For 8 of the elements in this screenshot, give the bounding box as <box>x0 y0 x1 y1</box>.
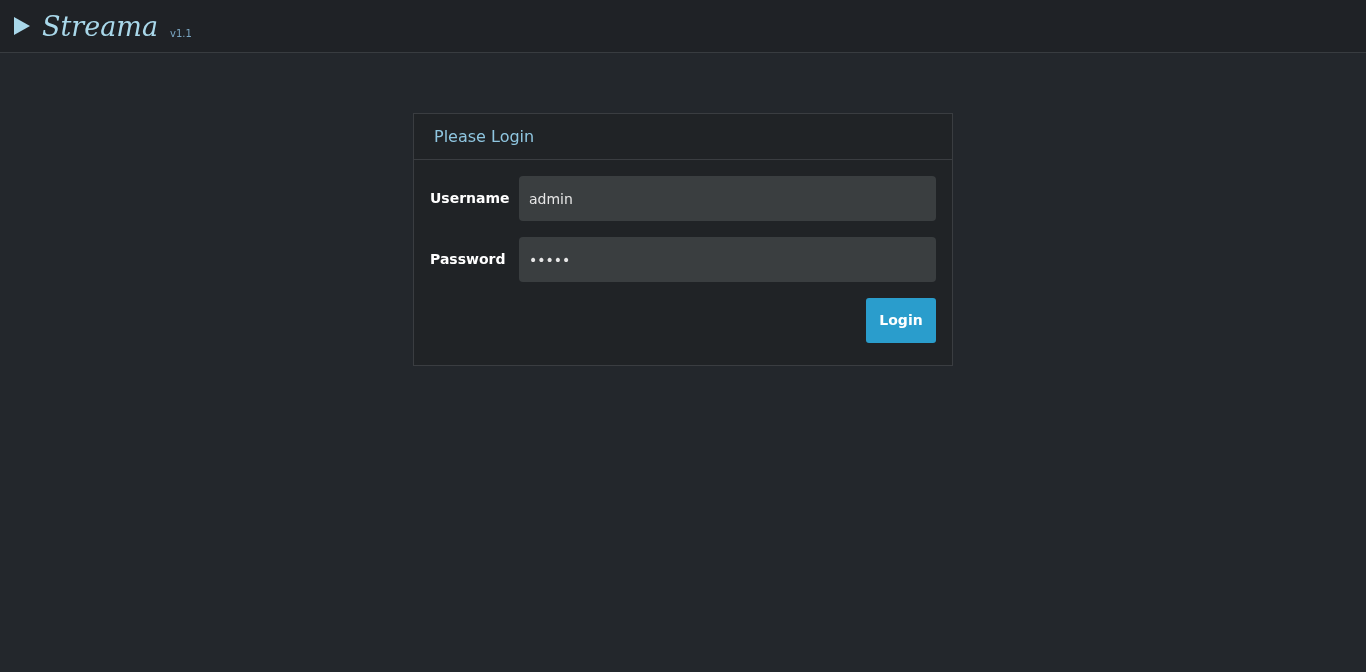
brand-logo[interactable]: Streama <box>42 12 159 40</box>
field-label: Password <box>430 250 507 269</box>
input-field[interactable]: admin <box>519 176 936 221</box>
input-field[interactable]: ••••• <box>519 237 936 282</box>
play-icon <box>14 17 30 35</box>
field-label: Username <box>430 189 511 208</box>
version-label: v1.1 <box>170 26 192 41</box>
panel-title: Please Login <box>434 125 535 148</box>
